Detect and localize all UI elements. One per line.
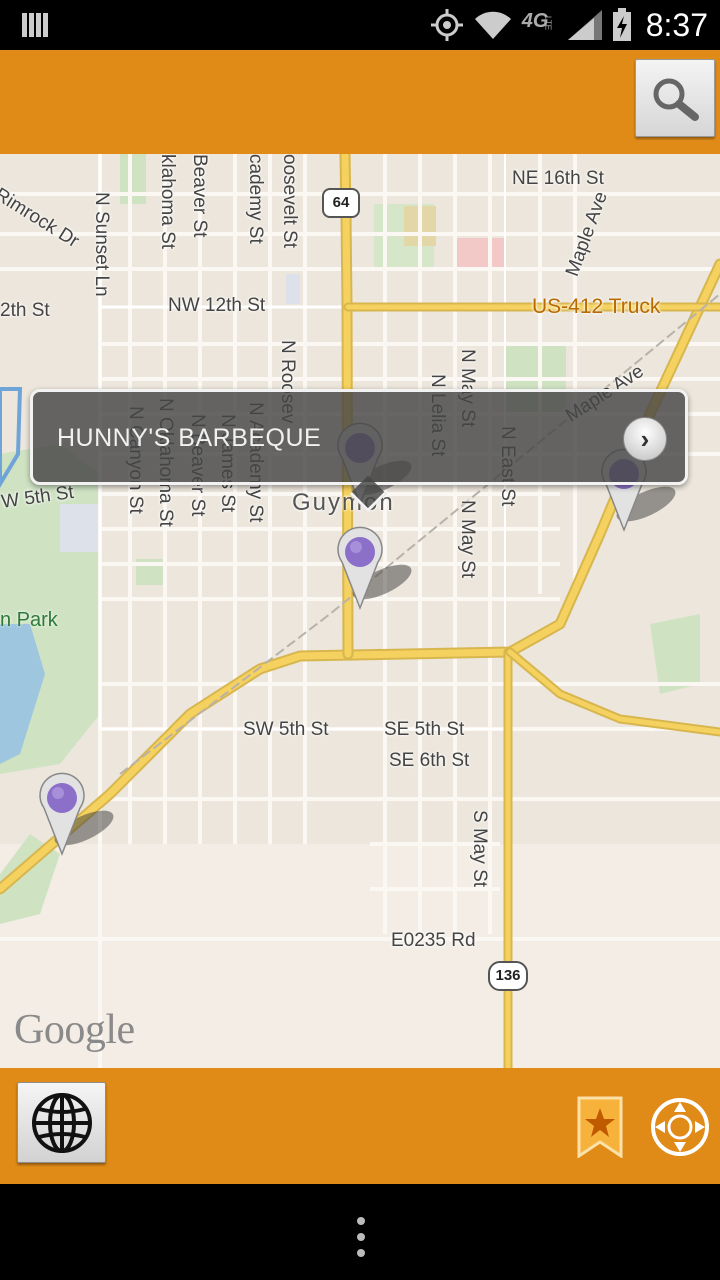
navigation-bar: [0, 1184, 720, 1280]
map-pin-icon[interactable]: [330, 524, 420, 624]
search-button[interactable]: [635, 59, 715, 137]
place-callout[interactable]: HUNNY'S BARBEQUE ›: [30, 389, 688, 513]
street-sw5: SW 5th St: [243, 719, 329, 740]
overflow-menu-icon[interactable]: [355, 1217, 367, 1257]
battery-charging-icon: [612, 8, 631, 41]
street-n-sunset: N Sunset Ln: [91, 192, 112, 297]
street-e0235: E0235 Rd: [391, 930, 476, 951]
notification-icon: [22, 13, 48, 37]
hwy136-shield: 136: [488, 961, 528, 991]
street-academy-top: cademy St: [245, 154, 266, 244]
street-n-may-mid: N May St: [457, 500, 478, 579]
street-s-may: S May St: [469, 810, 490, 888]
wifi-icon: [474, 11, 511, 39]
street-roosevelt-top: oosevelt St: [279, 154, 300, 248]
street-us412: US-412 Truck: [532, 295, 661, 318]
street-se6: SE 6th St: [389, 750, 470, 771]
bottom-toolbar: [0, 1068, 720, 1184]
street-ne16: NE 16th St: [512, 168, 604, 189]
signal-icon: [567, 10, 602, 40]
action-bar: [0, 50, 720, 154]
park-label: n Park: [0, 609, 58, 631]
street-oklahoma-top: klahoma St: [157, 154, 178, 250]
street-nw12-left: 2th St: [0, 300, 50, 321]
globe-icon: [31, 1092, 92, 1153]
google-logo: Google: [14, 1007, 135, 1053]
globe-button[interactable]: [17, 1082, 106, 1163]
status-bar: 4G LTE 8:37: [0, 0, 720, 50]
us64-shield: 64: [322, 188, 360, 218]
map-view[interactable]: Rimrock Dr 2th St N Sunset Ln klahoma St…: [0, 154, 720, 1068]
street-nw12: NW 12th St: [168, 295, 266, 316]
map-pin-icon[interactable]: [32, 770, 122, 870]
bookmark-star-icon[interactable]: [575, 1096, 625, 1158]
clock: 8:37: [645, 6, 708, 43]
search-icon: [653, 78, 699, 121]
chevron-right-icon[interactable]: ›: [623, 417, 667, 461]
locate-icon[interactable]: [649, 1096, 711, 1158]
street-beaver-top: Beaver St: [189, 154, 210, 238]
callout-title: HUNNY'S BARBEQUE: [57, 424, 322, 452]
network-type: 4G LTE: [521, 10, 553, 32]
gps-icon: [430, 9, 463, 41]
street-se5: SE 5th St: [384, 719, 465, 740]
